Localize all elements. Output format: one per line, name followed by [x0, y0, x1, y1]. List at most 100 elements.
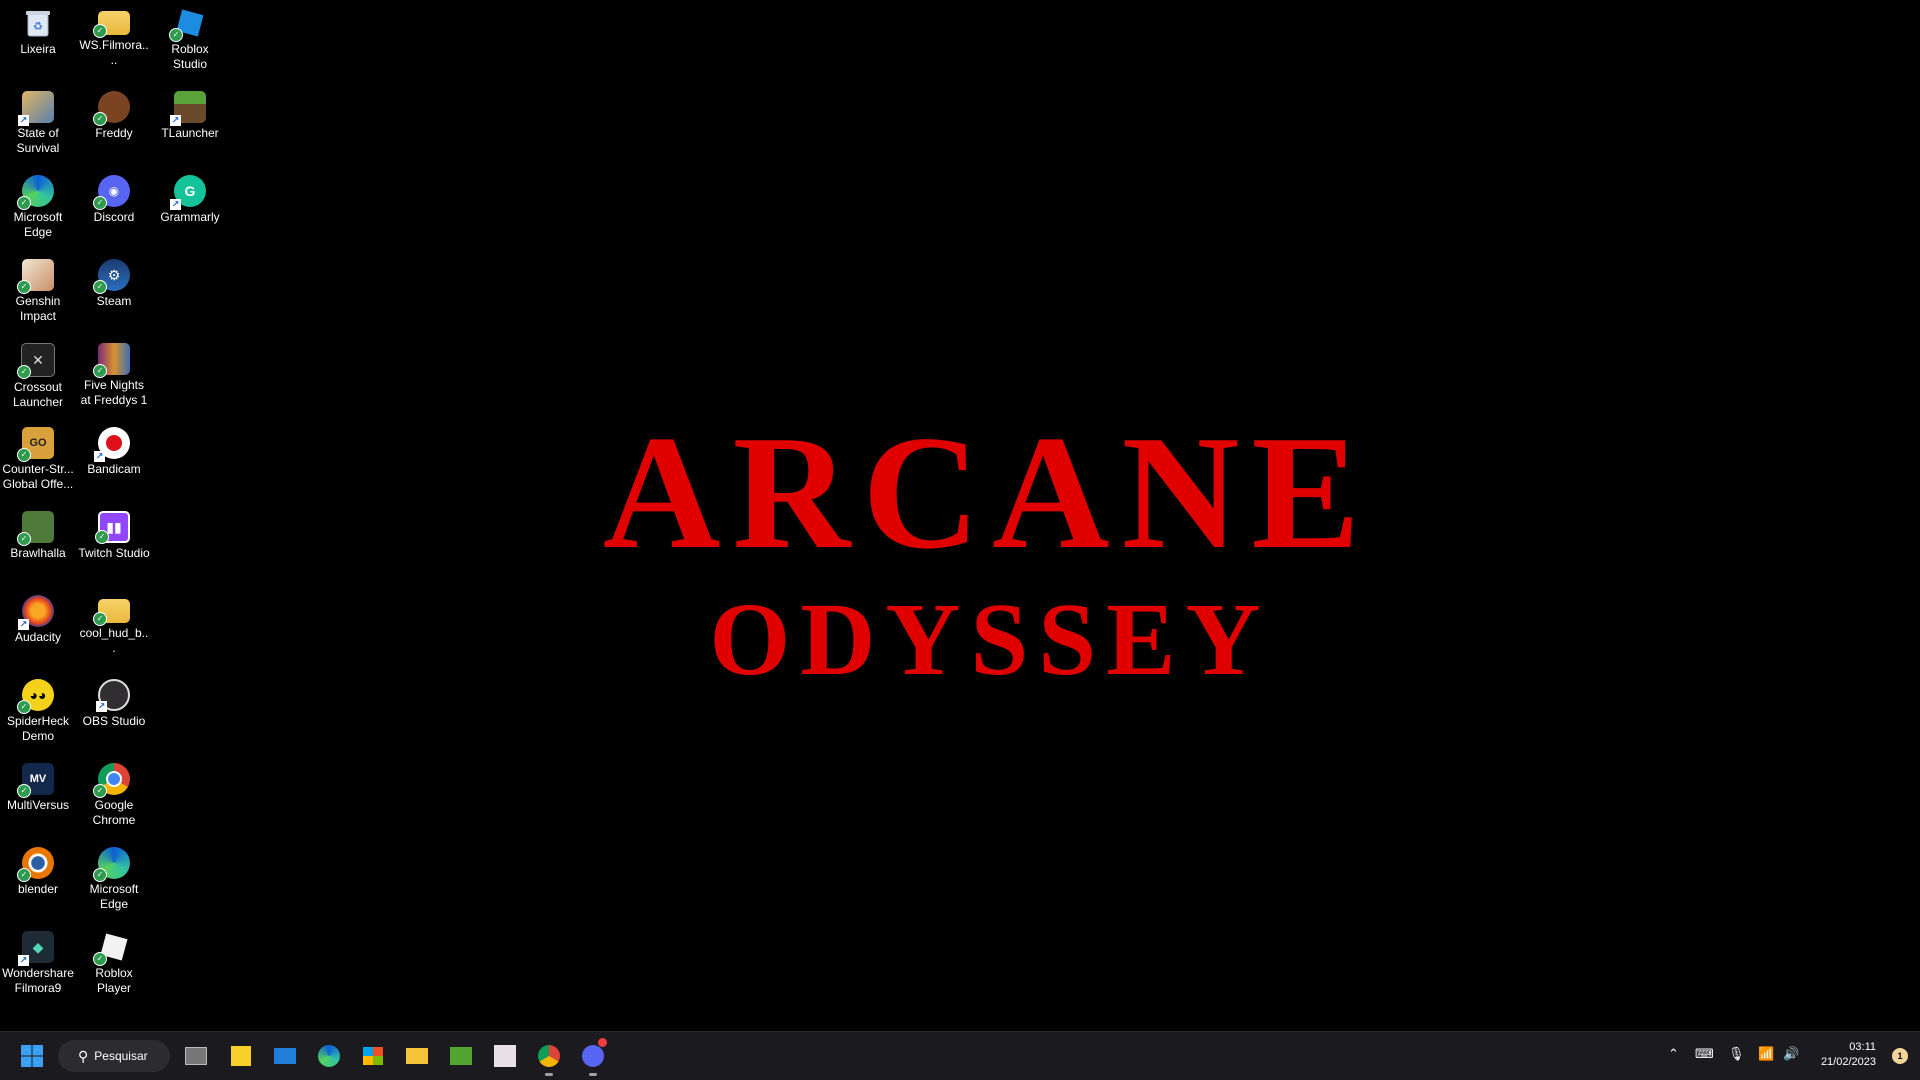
- steam-icon: ⚙ ✓: [93, 259, 130, 294]
- desktop-icon-state-of-survival[interactable]: ↗ State of Survival: [0, 84, 76, 164]
- desktop-icon-label: Microsoft Edge: [89, 882, 139, 911]
- desktop-icon-label: Crossout Launcher: [12, 380, 64, 409]
- desktop-icon-discord[interactable]: ◉ ✓ Discord: [76, 168, 152, 248]
- desktop-icon-label: Brawlhalla: [10, 546, 66, 560]
- desktop-icon-label: Google Chrome: [92, 798, 136, 827]
- desktop-icon-label: State of Survival: [16, 126, 60, 155]
- desktop-icon-cool-hud-folder[interactable]: ✓ cool_hud_b...: [76, 588, 152, 668]
- desktop-icon-brawlhalla[interactable]: ✓ Brawlhalla: [0, 504, 76, 584]
- store-button[interactable]: [357, 1040, 389, 1072]
- spiderheck-icon: ◕◕ ✓: [17, 679, 54, 714]
- taskbar-chrome-button[interactable]: [533, 1040, 565, 1076]
- freddy-icon: ✓: [93, 91, 130, 126]
- desktop-icon-label: Microsoft Edge: [13, 210, 63, 239]
- twitch-studio-icon: ▮▮ ✓: [95, 511, 130, 544]
- desktop-icon-label: Counter-Str... Global Offe...: [2, 462, 74, 491]
- discord-icon: [582, 1045, 604, 1067]
- wallpaper-title-odyssey: ODYSSEY: [709, 582, 1271, 697]
- desktop-icon-obs-studio[interactable]: ↗ OBS Studio: [76, 672, 152, 752]
- game-app-button[interactable]: [445, 1040, 477, 1072]
- desktop-icon-fnaf[interactable]: ✓ Five Nights at Freddys 1: [76, 336, 152, 416]
- desktop-icon-label: Roblox Studio: [171, 42, 209, 71]
- desktop-icon-audacity[interactable]: ↗ Audacity: [0, 588, 76, 668]
- roblox-studio-icon: ✓: [169, 7, 206, 42]
- desktop-icon-tlauncher[interactable]: ↗ TLauncher: [152, 84, 228, 164]
- desktop-icon-label: Bandicam: [87, 462, 141, 476]
- taskbar-discord-button[interactable]: [577, 1038, 609, 1076]
- edge-icon: ✓: [17, 175, 54, 210]
- desktop-icon-label: Five Nights at Freddys 1: [80, 378, 148, 407]
- desktop-icon-roblox-player[interactable]: ✓ Roblox Player: [76, 924, 152, 1004]
- start-button[interactable]: [16, 1040, 48, 1072]
- folder-icon: ✓: [93, 11, 130, 38]
- sticky-notes-button[interactable]: [225, 1040, 257, 1072]
- desktop-icon-grammarly[interactable]: G ↗ Grammarly: [152, 168, 228, 248]
- recycle-bin-icon: ♻: [22, 7, 54, 39]
- file-explorer-button[interactable]: [401, 1040, 433, 1072]
- taskbar-search-box[interactable]: ⚲ Pesquisar: [58, 1040, 170, 1072]
- svg-text:♻: ♻: [33, 21, 43, 33]
- taskbar-edge-button[interactable]: [313, 1040, 345, 1072]
- keyboard-icon[interactable]: ⌨: [1695, 1046, 1714, 1062]
- desktop-icon-freddy[interactable]: ✓ Freddy: [76, 84, 152, 164]
- notification-count-badge[interactable]: 1: [1892, 1048, 1908, 1064]
- crossout-icon: ✕ ✓: [17, 343, 55, 379]
- taskbar: ⚲ Pesquisar ⌃ ⌨ 🎙 📶 🔊 03:11 21/02/2023 1: [0, 1031, 1920, 1080]
- desktop-icon-microsoft-edge-2[interactable]: ✓ Microsoft Edge: [76, 840, 152, 920]
- desktop-icon-csgo[interactable]: GO ✓ Counter-Str... Global Offe...: [0, 420, 76, 500]
- desktop-icon-blender[interactable]: ✓ blender: [0, 840, 76, 920]
- desktop-icon-label: WS.Filmora....: [79, 38, 149, 67]
- taskbar-clock[interactable]: 03:11 21/02/2023: [1821, 1040, 1876, 1070]
- desktop-icon-bandicam[interactable]: ↗ Bandicam: [76, 420, 152, 500]
- desktop-icon-label: Twitch Studio: [78, 546, 150, 560]
- desktop-wallpaper: ARCANE ODYSSEY: [0, 0, 1920, 1032]
- desktop-icon-spiderheck-demo[interactable]: ◕◕ ✓ SpiderHeck Demo: [0, 672, 76, 752]
- desktop-icon-label: OBS Studio: [82, 714, 146, 728]
- wifi-icon[interactable]: 📶: [1758, 1046, 1774, 1062]
- grammarly-icon: G ↗: [170, 175, 206, 210]
- search-label: Pesquisar: [94, 1049, 148, 1063]
- notification-dot-icon: [598, 1038, 607, 1047]
- desktop-icon-wondershare-filmora9[interactable]: ◆ ↗ Wondershare Filmora9: [0, 924, 76, 1004]
- desktop-icon-multiversus[interactable]: MV ✓ MultiVersus: [0, 756, 76, 836]
- chrome-icon: [538, 1045, 560, 1067]
- anime-app-button[interactable]: [489, 1040, 521, 1072]
- task-view-button[interactable]: [180, 1040, 212, 1072]
- audacity-icon: ↗: [18, 595, 54, 630]
- file-explorer-icon: [406, 1048, 428, 1064]
- tlauncher-icon: ↗: [170, 91, 206, 126]
- mail-button[interactable]: [269, 1040, 301, 1072]
- filmora-icon: ◆ ↗: [18, 931, 54, 966]
- desktop-icon-label: Audacity: [14, 630, 62, 644]
- running-indicator: [545, 1073, 553, 1076]
- desktop-icon-roblox-studio[interactable]: ✓ Roblox Studio: [152, 0, 228, 80]
- desktop-icon-label: MultiVersus: [6, 798, 70, 812]
- desktop-icon-genshin-impact[interactable]: ✓ Genshin Impact: [0, 252, 76, 332]
- folder-icon: ✓: [93, 599, 130, 626]
- desktop-icon-label: Roblox Player: [95, 966, 133, 995]
- running-indicator: [589, 1073, 597, 1076]
- edge-icon: ✓: [93, 847, 130, 882]
- desktop-icon-lixeira[interactable]: ♻ Lixeira: [0, 0, 76, 80]
- discord-icon: ◉ ✓: [93, 175, 130, 210]
- game-app-icon: [450, 1047, 472, 1065]
- wallpaper-title-arcane: ARCANE: [602, 403, 1373, 583]
- show-hidden-icons-chevron-icon[interactable]: ⌃: [1668, 1046, 1679, 1062]
- mail-icon: [274, 1048, 296, 1064]
- desktop-icon-crossout-launcher[interactable]: ✕ ✓ Crossout Launcher: [0, 336, 76, 416]
- desktop-icon-label: Lixeira: [20, 42, 56, 56]
- desktop-icon-google-chrome[interactable]: ✓ Google Chrome: [76, 756, 152, 836]
- state-of-survival-icon: ↗: [18, 91, 54, 126]
- microphone-icon[interactable]: 🎙: [1728, 1046, 1745, 1062]
- desktop-icon-twitch-studio[interactable]: ▮▮ ✓ Twitch Studio: [76, 504, 152, 584]
- desktop-icon-label: blender: [17, 882, 59, 896]
- blender-icon: ✓: [17, 847, 54, 882]
- desktop-icon-steam[interactable]: ⚙ ✓ Steam: [76, 252, 152, 332]
- store-icon: [363, 1047, 383, 1065]
- desktop-icon-microsoft-edge[interactable]: ✓ Microsoft Edge: [0, 168, 76, 248]
- volume-icon[interactable]: 🔊: [1783, 1046, 1799, 1062]
- bandicam-icon: ↗: [94, 427, 130, 462]
- desktop-icon-ws-filmora-folder[interactable]: ✓ WS.Filmora....: [76, 0, 152, 80]
- desktop-icon-label: Wondershare Filmora9: [2, 966, 74, 995]
- genshin-impact-icon: ✓: [17, 259, 54, 294]
